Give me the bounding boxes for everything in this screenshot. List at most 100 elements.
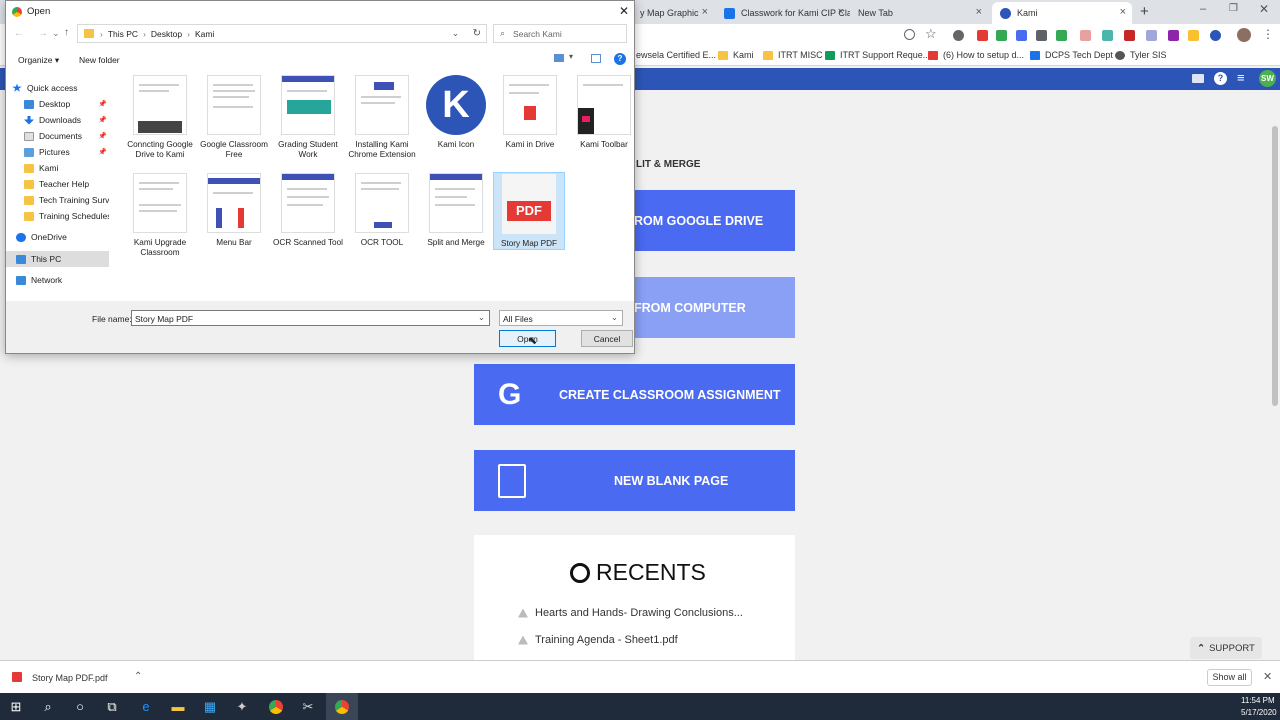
extension-icon[interactable] — [1036, 30, 1047, 41]
chevron-up-icon[interactable]: ⌃ — [134, 671, 142, 682]
bookmark-newsela[interactable]: ewsela Certified E... — [636, 50, 716, 60]
install-icon[interactable] — [904, 29, 915, 40]
file-explorer-icon[interactable]: ▬ — [162, 693, 194, 720]
file-name-input[interactable]: Story Map PDF ⌄ — [131, 310, 490, 326]
tab-new-tab[interactable]: New Tab × — [850, 2, 988, 24]
file-item-selected[interactable]: PDF Story Map PDF — [493, 172, 565, 250]
bookmark-kami[interactable]: Kami — [718, 50, 754, 60]
support-button[interactable]: ⌃ SUPPORT — [1190, 637, 1262, 659]
profile-avatar[interactable] — [1237, 28, 1251, 42]
forward-arrow-icon[interactable]: → — [38, 28, 48, 39]
close-tab-icon[interactable]: × — [1120, 6, 1126, 18]
file-item[interactable]: OCR Scanned Tool — [272, 173, 344, 248]
kami-extension-icon[interactable] — [1210, 30, 1221, 41]
recent-item[interactable]: Training Agenda - Sheet1.pdf — [518, 634, 678, 646]
cancel-button[interactable]: Cancel — [581, 330, 633, 347]
breadcrumb-desktop[interactable]: Desktop — [151, 29, 182, 39]
close-tab-icon[interactable]: × — [838, 6, 844, 18]
task-view-icon[interactable]: ⧉ — [96, 693, 128, 720]
chrome-active-icon[interactable] — [326, 693, 358, 720]
close-downloads-icon[interactable]: ✕ — [1263, 670, 1272, 683]
bookmark-itrt-misc[interactable]: ITRT MISC — [763, 50, 823, 60]
chrome-icon[interactable] — [260, 693, 292, 720]
breadcrumb[interactable]: › This PC › Desktop › Kami ⌄ ↻ — [77, 24, 487, 43]
close-tab-icon[interactable]: × — [976, 6, 982, 18]
close-window-button[interactable]: ✕ — [1259, 2, 1269, 16]
windows-start-icon[interactable]: ⊞ — [0, 693, 32, 720]
create-classroom-assignment-button[interactable]: G CREATE CLASSROOM ASSIGNMENT — [474, 364, 795, 425]
extension-icon[interactable] — [1146, 30, 1157, 41]
search-icon[interactable]: ⌕ — [32, 693, 64, 720]
view-icon[interactable] — [554, 54, 564, 62]
close-tab-icon[interactable]: × — [702, 6, 708, 18]
folder-open-icon[interactable] — [1192, 74, 1204, 83]
minimize-button[interactable]: – — [1200, 3, 1206, 15]
chevron-down-icon[interactable]: ▾ — [569, 52, 573, 61]
download-item-name[interactable]: Story Map PDF.pdf — [32, 673, 108, 683]
file-item[interactable]: Conncting Google Drive to Kami — [124, 75, 196, 160]
file-item[interactable]: Kami Toolbar — [568, 75, 640, 150]
store-icon[interactable]: ▦ — [194, 693, 226, 720]
file-item[interactable]: Split and Merge — [420, 173, 492, 248]
clock-time[interactable]: 11:54 PM — [1241, 696, 1275, 705]
nav-this-pc[interactable]: This PC — [6, 251, 109, 267]
new-blank-page-button[interactable]: NEW BLANK PAGE — [474, 450, 795, 511]
app-icon[interactable]: ✦ — [226, 693, 258, 720]
nav-desktop[interactable]: Desktop 📌 — [24, 96, 109, 112]
tab-kami[interactable]: Kami × — [992, 2, 1132, 24]
new-folder-button[interactable]: New folder — [79, 55, 120, 65]
nav-downloads[interactable]: Downloads 📌 — [24, 112, 109, 128]
dialog-close-button[interactable]: ✕ — [619, 4, 629, 18]
snipping-tool-icon[interactable]: ✂ — [292, 693, 324, 720]
cortana-icon[interactable]: ○ — [64, 693, 96, 720]
chevron-down-icon[interactable]: ⌄ — [52, 28, 60, 39]
user-avatar[interactable]: SW — [1259, 70, 1276, 87]
extension-icon[interactable] — [953, 30, 964, 41]
help-icon[interactable]: ? — [1214, 72, 1227, 85]
chevron-down-icon[interactable]: ⌄ — [478, 312, 485, 323]
organize-button[interactable]: Organize ▾ — [18, 55, 59, 66]
nav-training-schedules[interactable]: Training Schedules — [24, 208, 109, 224]
maximize-button[interactable]: ❐ — [1229, 3, 1238, 14]
nav-quick-access[interactable]: Quick access — [12, 80, 115, 96]
file-item[interactable]: Kami in Drive — [494, 75, 566, 150]
bookmark-youtube[interactable]: (6) How to setup d... — [928, 50, 1024, 60]
search-input[interactable]: ⌕ Search Kami — [493, 24, 627, 43]
extension-icon[interactable] — [996, 30, 1007, 41]
extension-icon[interactable] — [1124, 30, 1135, 41]
new-tab-button[interactable]: + — [1140, 3, 1149, 20]
tab-story-map[interactable]: y Map Graphic × — [632, 2, 714, 24]
extension-icon[interactable] — [1168, 30, 1179, 41]
refresh-icon[interactable]: ↻ — [473, 28, 481, 39]
extension-icon[interactable] — [1188, 30, 1199, 41]
file-item[interactable]: Menu Bar — [198, 173, 270, 248]
extension-icon[interactable] — [1016, 30, 1027, 41]
nav-kami[interactable]: Kami — [24, 160, 109, 176]
nav-network[interactable]: Network — [16, 272, 109, 288]
preview-pane-icon[interactable] — [591, 54, 601, 63]
hamburger-menu-icon[interactable]: ≡ — [1237, 70, 1245, 85]
nav-documents[interactable]: Documents 📌 — [24, 128, 109, 144]
nav-tech-training[interactable]: Tech Training Survey — [24, 192, 109, 208]
bookmark-dcps[interactable]: DCPS Tech Dept — [1030, 50, 1113, 60]
file-item[interactable]: Grading Student Work — [272, 75, 344, 160]
clock-date[interactable]: 5/17/2020 — [1241, 708, 1277, 717]
chevron-down-icon[interactable]: ⌄ — [452, 28, 459, 39]
file-item[interactable]: Kami Upgrade Classroom — [124, 173, 196, 258]
extension-icon[interactable] — [1102, 30, 1113, 41]
recent-item[interactable]: Hearts and Hands- Drawing Conclusions... — [518, 607, 743, 619]
back-arrow-icon[interactable]: ← — [14, 28, 24, 39]
file-item[interactable]: K Kami Icon — [420, 75, 492, 150]
extension-icon[interactable] — [1056, 30, 1067, 41]
breadcrumb-kami[interactable]: Kami — [195, 29, 214, 39]
extension-icon[interactable] — [977, 30, 988, 41]
up-arrow-icon[interactable]: ↑ — [64, 27, 69, 38]
bookmark-itrt-support[interactable]: ITRT Support Reque... — [825, 50, 930, 60]
bookmark-tyler[interactable]: Tyler SIS — [1115, 50, 1167, 60]
file-item[interactable]: Google Classroom Free — [198, 75, 270, 160]
nav-teacher-help[interactable]: Teacher Help — [24, 176, 109, 192]
menu-dots-icon[interactable]: ⋮ — [1262, 27, 1274, 41]
tab-classwork[interactable]: Classwork for Kami CIP Cla × — [716, 2, 850, 24]
file-item[interactable]: OCR TOOL — [346, 173, 418, 248]
scrollbar-thumb[interactable] — [1272, 126, 1278, 406]
